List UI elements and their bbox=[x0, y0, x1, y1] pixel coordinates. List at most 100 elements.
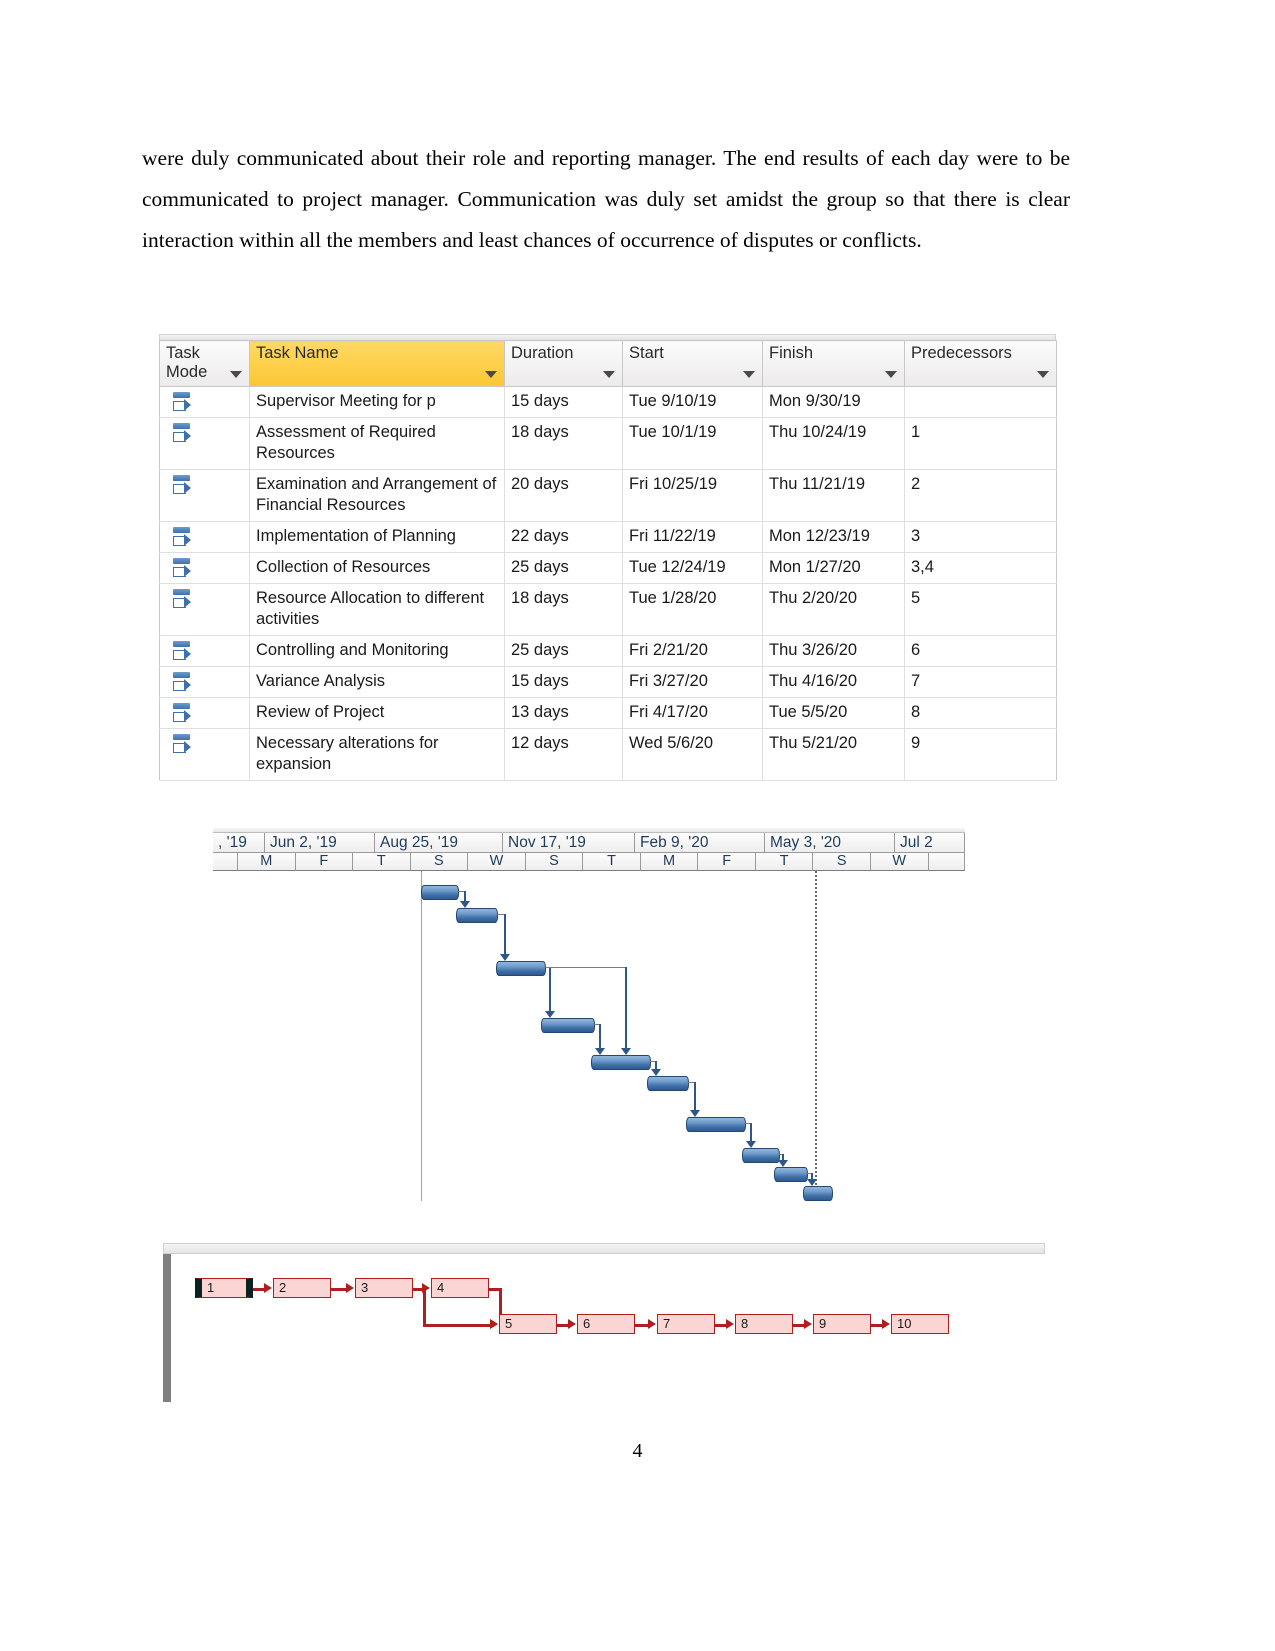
gantt-bars-area[interactable] bbox=[213, 871, 965, 1201]
gantt-bar[interactable] bbox=[742, 1148, 780, 1163]
cell-finish[interactable]: Mon 12/23/19 bbox=[762, 521, 905, 553]
table-row[interactable]: Supervisor Meeting for p 15 days Tue 9/10/… bbox=[159, 386, 1057, 418]
cell-start[interactable]: Tue 10/1/19 bbox=[622, 417, 763, 470]
cell-predecessors[interactable]: 3 bbox=[904, 521, 1057, 553]
cell-predecessors[interactable]: 7 bbox=[904, 666, 1057, 698]
cell-finish[interactable]: Thu 4/16/20 bbox=[762, 666, 905, 698]
cell-duration[interactable]: 12 days bbox=[504, 728, 623, 781]
cell-duration[interactable]: 25 days bbox=[504, 552, 623, 584]
cell-task-name[interactable]: Collection of Resources bbox=[249, 552, 505, 584]
cell-task-name[interactable]: Examination and Arrangement of Financial… bbox=[249, 469, 505, 522]
cell-start[interactable]: Tue 12/24/19 bbox=[622, 552, 763, 584]
cell-task-mode[interactable] bbox=[159, 728, 250, 781]
cell-finish[interactable]: Thu 10/24/19 bbox=[762, 417, 905, 470]
table-row[interactable]: Resource Allocation to different activit… bbox=[159, 583, 1057, 636]
cell-start[interactable]: Tue 1/28/20 bbox=[622, 583, 763, 636]
cell-task-name[interactable]: Controlling and Monitoring bbox=[249, 635, 505, 667]
cell-predecessors[interactable]: 3,4 bbox=[904, 552, 1057, 584]
cell-finish[interactable]: Tue 5/5/20 bbox=[762, 697, 905, 729]
network-node[interactable]: 5 bbox=[499, 1314, 557, 1334]
network-node[interactable]: 10 bbox=[891, 1314, 949, 1334]
cell-predecessors[interactable]: 5 bbox=[904, 583, 1057, 636]
cell-task-name[interactable]: Review of Project bbox=[249, 697, 505, 729]
gantt-bar[interactable] bbox=[496, 961, 546, 976]
cell-start[interactable]: Fri 3/27/20 bbox=[622, 666, 763, 698]
cell-duration[interactable]: 22 days bbox=[504, 521, 623, 553]
cell-task-mode[interactable] bbox=[159, 697, 250, 729]
vertical-scrollbar[interactable] bbox=[163, 1254, 171, 1402]
gantt-bar[interactable] bbox=[803, 1186, 833, 1201]
gantt-bar[interactable] bbox=[421, 885, 459, 900]
network-node[interactable]: 7 bbox=[657, 1314, 715, 1334]
cell-predecessors[interactable]: 6 bbox=[904, 635, 1057, 667]
network-node[interactable]: 6 bbox=[577, 1314, 635, 1334]
table-row[interactable]: Review of Project 13 days Fri 4/17/20 Tue 5… bbox=[159, 697, 1057, 729]
gantt-bar[interactable] bbox=[686, 1117, 746, 1132]
network-node[interactable]: 4 bbox=[431, 1278, 489, 1298]
cell-duration[interactable]: 15 days bbox=[504, 386, 623, 418]
horizontal-scrollbar[interactable] bbox=[163, 1243, 1045, 1254]
cell-task-mode[interactable] bbox=[159, 666, 250, 698]
cell-start[interactable]: Wed 5/6/20 bbox=[622, 728, 763, 781]
cell-finish[interactable]: Mon 1/27/20 bbox=[762, 552, 905, 584]
cell-task-mode[interactable] bbox=[159, 469, 250, 522]
gantt-bar[interactable] bbox=[541, 1018, 595, 1033]
gantt-bar[interactable] bbox=[591, 1055, 651, 1070]
column-header-finish[interactable]: Finish bbox=[762, 340, 905, 387]
network-node[interactable]: 1 bbox=[195, 1278, 253, 1298]
cell-start[interactable]: Fri 2/21/20 bbox=[622, 635, 763, 667]
network-canvas[interactable]: 1 2 3 4 5 6 7 8 9 10 bbox=[175, 1256, 1041, 1402]
cell-duration[interactable]: 25 days bbox=[504, 635, 623, 667]
table-row[interactable]: Implementation of Planning 22 days Fri 11/… bbox=[159, 521, 1057, 553]
cell-predecessors[interactable] bbox=[904, 386, 1057, 418]
cell-finish[interactable]: Thu 3/26/20 bbox=[762, 635, 905, 667]
gantt-bar[interactable] bbox=[456, 908, 498, 923]
cell-start[interactable]: Fri 4/17/20 bbox=[622, 697, 763, 729]
column-header-duration[interactable]: Duration bbox=[504, 340, 623, 387]
table-row[interactable]: Assessment of Required Resources 18 days T… bbox=[159, 417, 1057, 470]
cell-predecessors[interactable]: 1 bbox=[904, 417, 1057, 470]
table-row[interactable]: Controlling and Monitoring 25 days Fri 2/2… bbox=[159, 635, 1057, 667]
cell-task-name[interactable]: Resource Allocation to different activit… bbox=[249, 583, 505, 636]
network-node[interactable]: 3 bbox=[355, 1278, 413, 1298]
filter-dropdown-icon[interactable] bbox=[230, 371, 242, 378]
gantt-bar[interactable] bbox=[774, 1167, 808, 1182]
cell-duration[interactable]: 15 days bbox=[504, 666, 623, 698]
network-node[interactable]: 8 bbox=[735, 1314, 793, 1334]
table-row[interactable]: Examination and Arrangement of Financial… bbox=[159, 469, 1057, 522]
network-node[interactable]: 2 bbox=[273, 1278, 331, 1298]
cell-task-name[interactable]: Implementation of Planning bbox=[249, 521, 505, 553]
cell-start[interactable]: Tue 9/10/19 bbox=[622, 386, 763, 418]
table-row[interactable]: Necessary alterations for expansion 12 da… bbox=[159, 728, 1057, 781]
cell-task-name[interactable]: Supervisor Meeting for p bbox=[249, 386, 505, 418]
cell-finish[interactable]: Mon 9/30/19 bbox=[762, 386, 905, 418]
gantt-bar[interactable] bbox=[647, 1076, 689, 1091]
column-header-task-name[interactable]: Task Name bbox=[249, 340, 505, 387]
cell-duration[interactable]: 20 days bbox=[504, 469, 623, 522]
filter-dropdown-icon[interactable] bbox=[485, 371, 497, 378]
table-row[interactable]: Collection of Resources 25 days Tue 12/24/… bbox=[159, 552, 1057, 584]
cell-start[interactable]: Fri 11/22/19 bbox=[622, 521, 763, 553]
filter-dropdown-icon[interactable] bbox=[885, 371, 897, 378]
cell-duration[interactable]: 18 days bbox=[504, 583, 623, 636]
cell-predecessors[interactable]: 8 bbox=[904, 697, 1057, 729]
cell-predecessors[interactable]: 9 bbox=[904, 728, 1057, 781]
cell-task-mode[interactable] bbox=[159, 521, 250, 553]
cell-finish[interactable]: Thu 2/20/20 bbox=[762, 583, 905, 636]
cell-task-mode[interactable] bbox=[159, 417, 250, 470]
cell-task-mode[interactable] bbox=[159, 552, 250, 584]
cell-task-name[interactable]: Assessment of Required Resources bbox=[249, 417, 505, 470]
cell-task-name[interactable]: Necessary alterations for expansion bbox=[249, 728, 505, 781]
filter-dropdown-icon[interactable] bbox=[603, 371, 615, 378]
cell-task-mode[interactable] bbox=[159, 386, 250, 418]
cell-finish[interactable]: Thu 11/21/19 bbox=[762, 469, 905, 522]
filter-dropdown-icon[interactable] bbox=[743, 371, 755, 378]
column-header-predecessors[interactable]: Predecessors bbox=[904, 340, 1057, 387]
column-header-start[interactable]: Start bbox=[622, 340, 763, 387]
filter-dropdown-icon[interactable] bbox=[1037, 371, 1049, 378]
cell-task-name[interactable]: Variance Analysis bbox=[249, 666, 505, 698]
cell-predecessors[interactable]: 2 bbox=[904, 469, 1057, 522]
column-header-task-mode[interactable]: Task Mode bbox=[159, 340, 250, 387]
cell-task-mode[interactable] bbox=[159, 635, 250, 667]
network-node[interactable]: 9 bbox=[813, 1314, 871, 1334]
